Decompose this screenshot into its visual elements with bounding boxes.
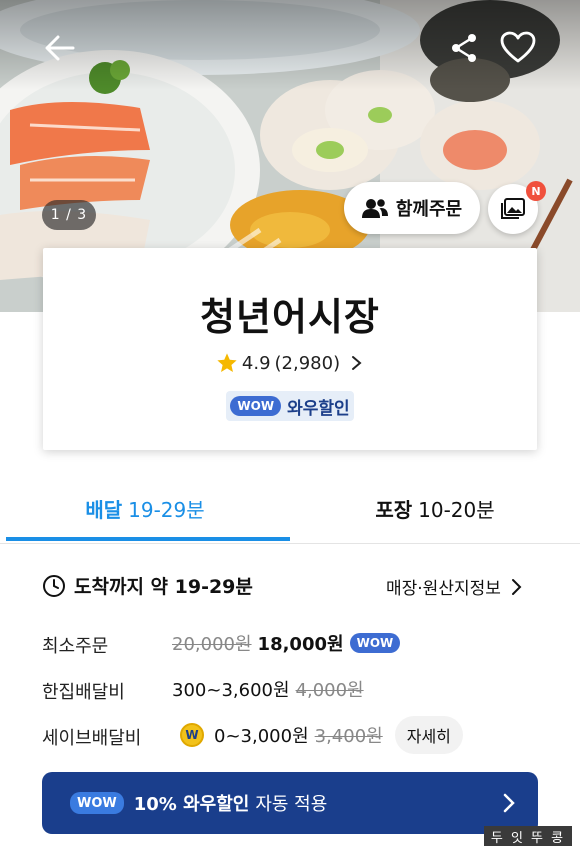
rating-value: 4.9: [241, 352, 271, 374]
wow-chip: WOW: [70, 792, 124, 814]
group-order-label: 함께주문: [395, 199, 463, 220]
people-icon: [361, 199, 388, 218]
eta-row: 도착까지 약 19-29분: [42, 572, 253, 599]
image-counter: 1 / 3: [42, 200, 96, 230]
banner-bold-text: 10% 와우할인: [133, 794, 250, 815]
share-button[interactable]: [444, 28, 484, 68]
clock-icon: [43, 574, 65, 597]
wow-discount-label: 와우할인: [287, 398, 350, 419]
group-order-button[interactable]: 함께주문: [344, 182, 480, 234]
min-order-original-price: 20,000원: [172, 634, 252, 655]
min-order-label: 최소주문: [42, 636, 109, 657]
banner-light-text: 자동 적용: [255, 794, 328, 815]
star-icon: [217, 353, 237, 372]
tab-pickup-time: 10-20분: [418, 497, 495, 522]
back-button[interactable]: [38, 30, 82, 66]
single-delivery-fee-label: 한집배달비: [42, 682, 125, 703]
tab-delivery-time: 19-29분: [128, 497, 205, 522]
arrow-left-icon: [45, 35, 75, 61]
save-delivery-fee-label: 세이브배달비: [42, 728, 142, 749]
save-fee-original: 3,400원: [314, 726, 383, 747]
share-icon: [452, 34, 476, 62]
eta-label: 도착까지 약 19-29분: [74, 576, 253, 598]
min-order-value: 20,000원 18,000원 WOW: [172, 630, 401, 656]
tab-delivery-label: 배달: [85, 497, 123, 522]
save-fee-range: 0~3,000원: [214, 726, 309, 747]
min-order-price: 18,000원: [257, 634, 344, 655]
wow-discount-pill: WOW 와우할인: [226, 391, 354, 421]
heart-icon: [500, 31, 536, 63]
chevron-right-icon: [511, 578, 522, 595]
single-delivery-fee-value: 300~3,600원 4,000원: [172, 676, 364, 702]
save-delivery-fee-value: W 0~3,000원 3,400원 자세히: [180, 716, 463, 754]
single-fee-original: 4,000원: [295, 680, 364, 701]
rating-link[interactable]: 4.9 (2,980): [43, 352, 537, 374]
wow-discount-banner[interactable]: WOW 10% 와우할인 자동 적용: [42, 772, 538, 834]
tab-pickup[interactable]: 포장 10-20분: [290, 476, 580, 540]
single-fee-range: 300~3,600원: [172, 680, 290, 701]
chevron-right-icon: [352, 356, 362, 370]
origin-link-label: 매장·원산지정보: [386, 579, 501, 599]
review-count: (2,980): [274, 352, 341, 374]
store-origin-info-link[interactable]: 매장·원산지정보: [386, 574, 523, 599]
order-type-tabs: 배달 19-29분 포장 10-20분: [0, 476, 580, 544]
tab-selected-indicator: [6, 537, 290, 541]
watermark: 두 잇 뚜 콩: [484, 826, 572, 846]
wow-chip: WOW: [349, 633, 401, 653]
store-info-card: 청년어시장 4.9 (2,980) WOW 와우할인: [43, 248, 537, 450]
store-name: 청년어시장: [200, 295, 380, 339]
chevron-right-icon: [503, 793, 515, 813]
save-fee-detail-button[interactable]: 자세히: [394, 716, 463, 754]
tab-delivery[interactable]: 배달 19-29분: [0, 476, 290, 540]
photo-gallery-icon: [501, 198, 525, 219]
wow-chip: WOW: [230, 396, 282, 416]
wow-coin-icon: W: [180, 723, 204, 747]
favorite-button[interactable]: [496, 26, 540, 68]
tab-pickup-label: 포장: [375, 497, 413, 522]
new-badge: N: [526, 181, 546, 201]
